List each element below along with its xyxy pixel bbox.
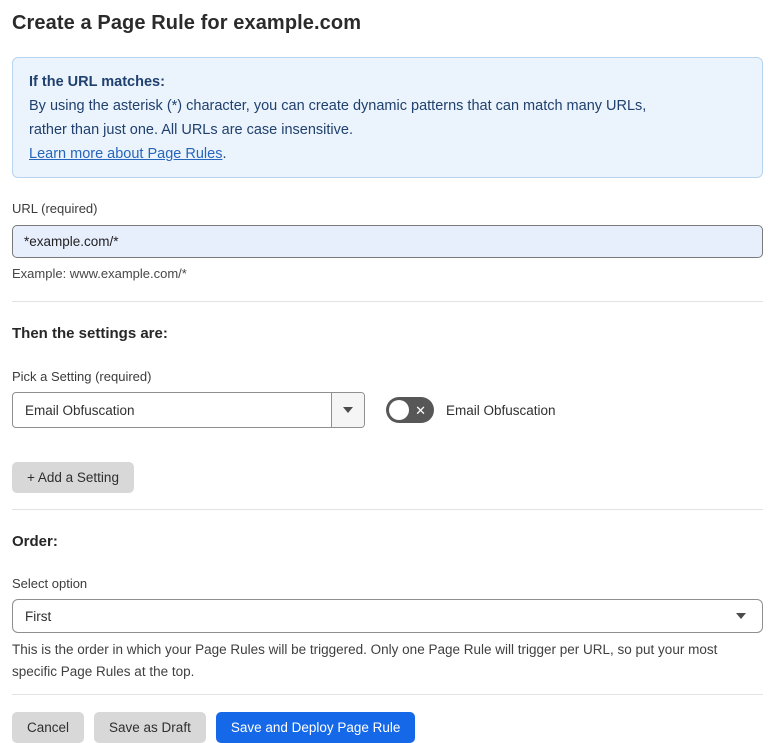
setting-picker-label: Pick a Setting (required) — [12, 369, 152, 384]
divider — [12, 694, 763, 695]
email-obfuscation-toggle[interactable]: ✕ — [386, 397, 434, 423]
add-setting-button[interactable]: + Add a Setting — [12, 462, 134, 493]
page-title: Create a Page Rule for example.com — [12, 12, 362, 34]
link-period: . — [222, 146, 227, 162]
toggle-label: Email Obfuscation — [446, 402, 556, 418]
order-description: This is the order in which your Page Rul… — [12, 642, 718, 679]
order-select-value: First — [25, 608, 52, 624]
setting-row: Email Obfuscation ✕ Email Obfuscation — [12, 392, 763, 428]
url-match-callout: If the URL matches: By using the asteris… — [12, 57, 763, 178]
settings-heading: Then the settings are: — [12, 325, 168, 342]
url-label: URL (required) — [12, 201, 98, 216]
order-heading: Order: — [12, 533, 58, 550]
setting-select[interactable]: Email Obfuscation — [12, 392, 365, 428]
chevron-down-icon — [343, 407, 353, 413]
divider — [12, 509, 763, 510]
url-input[interactable] — [12, 225, 763, 258]
toggle-off-x-icon: ✕ — [415, 402, 426, 418]
setting-select-value: Email Obfuscation — [25, 402, 135, 418]
callout-body-line1: By using the asterisk (*) character, you… — [29, 98, 647, 114]
learn-more-link[interactable]: Learn more about Page Rules — [29, 146, 222, 162]
order-select[interactable]: First — [12, 599, 763, 633]
divider — [12, 301, 763, 302]
callout-body-line2: rather than just one. All URLs are case … — [29, 122, 353, 138]
order-select-label: Select option — [12, 576, 88, 591]
toggle-knob — [389, 400, 409, 420]
url-example: Example: www.example.com/* — [12, 266, 187, 281]
setting-select-arrow[interactable] — [331, 393, 364, 427]
callout-heading: If the URL matches: — [29, 74, 165, 90]
chevron-down-icon — [736, 613, 746, 619]
page-rule-form: Create a Page Rule for example.com If th… — [0, 0, 775, 743]
